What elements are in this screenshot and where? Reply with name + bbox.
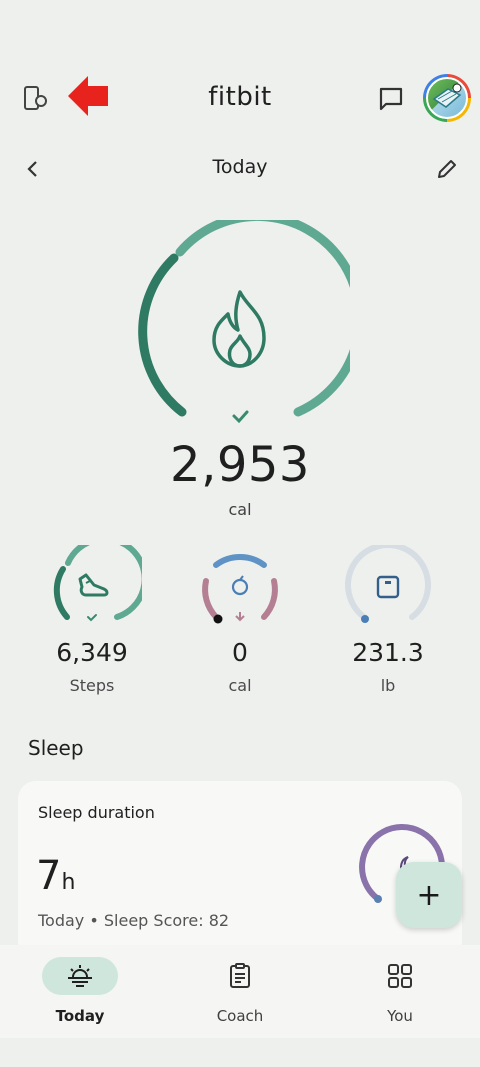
food-calories-value: 0 <box>232 638 248 667</box>
down-arrow-icon <box>235 612 245 622</box>
food-calories-stat[interactable]: 0 cal <box>190 545 290 705</box>
nav-label-you: You <box>387 1007 413 1025</box>
calories-unit: cal <box>228 500 252 519</box>
steps-stat[interactable]: 6,349 Steps <box>42 545 142 705</box>
avatar-image-icon <box>426 77 468 119</box>
nav-tab-you[interactable]: You <box>340 957 460 1037</box>
sleep-hours: 7h <box>36 853 75 899</box>
add-entry-button[interactable]: + <box>396 862 462 928</box>
nav-tab-today[interactable]: Today <box>20 957 140 1037</box>
sleep-subtitle: Today • Sleep Score: 82 <box>38 911 230 930</box>
you-grid-icon <box>362 957 438 995</box>
profile-avatar[interactable] <box>423 74 471 122</box>
sleep-section-title: Sleep <box>28 736 84 760</box>
top-app-bar: fitbit <box>0 60 480 136</box>
weight-stat[interactable]: 231.3 lb <box>338 545 438 705</box>
messages-icon[interactable] <box>374 82 408 116</box>
system-bottom-strip <box>0 1038 480 1067</box>
nav-label-today: Today <box>55 1007 105 1025</box>
calories-value: 2,953 <box>170 437 310 493</box>
steps-value: 6,349 <box>56 638 128 667</box>
sleep-hours-unit: h <box>61 870 76 895</box>
flame-icon <box>212 290 266 368</box>
today-sunrise-icon <box>42 957 118 995</box>
scale-icon <box>376 575 400 599</box>
steps-label: Steps <box>69 676 115 695</box>
coach-clipboard-icon <box>202 957 278 995</box>
goal-check-icon <box>232 410 249 424</box>
food-calories-label: cal <box>228 676 252 695</box>
shoe-icon <box>78 573 109 597</box>
app-title: fitbit <box>208 82 272 112</box>
edit-pencil-icon[interactable] <box>430 152 464 186</box>
nav-label-coach: Coach <box>216 1007 264 1025</box>
calories-burned-ring[interactable] <box>130 211 364 430</box>
date-label: Today <box>212 156 268 178</box>
date-navigation: Today <box>0 146 480 192</box>
nav-tab-coach[interactable]: Coach <box>180 957 300 1037</box>
sleep-hours-value: 7 <box>36 853 62 899</box>
weight-value: 231.3 <box>352 638 424 667</box>
apple-icon <box>231 575 249 596</box>
weight-unit-label: lb <box>380 676 396 695</box>
bottom-navigation: Today Coach You <box>0 945 480 1038</box>
sleep-duration-card[interactable]: Sleep duration 7h Today • Sleep Score: 8… <box>18 781 462 961</box>
steps-goal-check-icon <box>87 614 97 622</box>
sleep-card-title: Sleep duration <box>38 803 155 822</box>
